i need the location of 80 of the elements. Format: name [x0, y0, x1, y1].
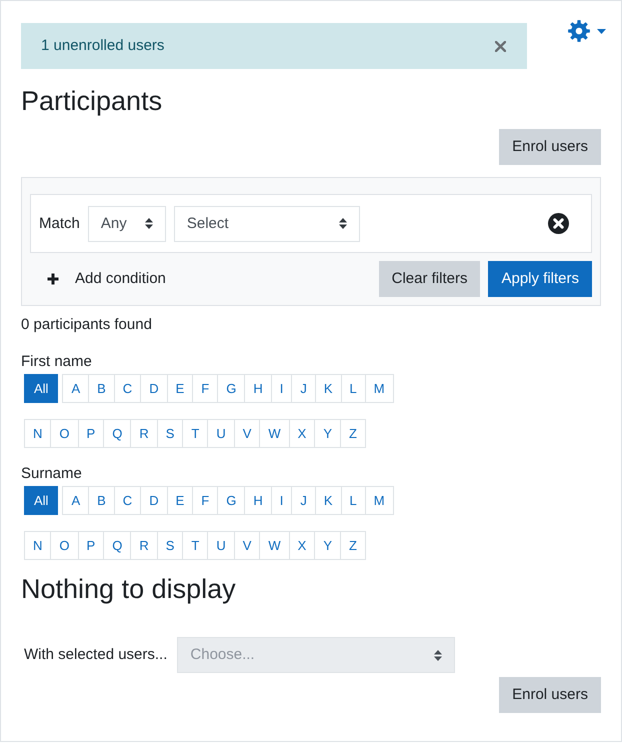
- initial-letter-button[interactable]: A: [62, 374, 90, 403]
- initial-letter-button[interactable]: J: [291, 374, 316, 403]
- initial-letter-button[interactable]: L: [340, 374, 366, 403]
- initial-letter-button[interactable]: H: [244, 486, 272, 515]
- initial-letter-button[interactable]: M: [364, 374, 394, 403]
- initial-letter-button[interactable]: E: [166, 374, 194, 403]
- initial-letter-button[interactable]: P: [78, 419, 104, 448]
- filter-type-select[interactable]: Select: [174, 206, 360, 242]
- initial-letter-button[interactable]: B: [88, 486, 115, 515]
- initial-letter-button[interactable]: N: [24, 419, 52, 448]
- initial-letter-button[interactable]: K: [314, 486, 342, 515]
- initial-letter-button[interactable]: W: [259, 531, 290, 560]
- initial-letter-button[interactable]: N: [24, 531, 52, 560]
- all-initials-button[interactable]: All: [24, 374, 58, 403]
- initial-letter-button[interactable]: R: [130, 419, 158, 448]
- initial-letter-button[interactable]: V: [234, 531, 260, 560]
- initial-letter-button[interactable]: O: [50, 419, 79, 448]
- settings-menu-button[interactable]: [568, 20, 606, 42]
- initial-letter-button[interactable]: Y: [314, 419, 342, 448]
- updown-caret-icon: [434, 650, 442, 660]
- close-button[interactable]: [495, 40, 506, 52]
- close-icon: [495, 40, 506, 52]
- updown-caret-icon: [144, 218, 153, 229]
- initial-letter-button[interactable]: S: [156, 531, 184, 560]
- bulk-action-label: With selected users...: [24, 645, 168, 665]
- initial-letter-button[interactable]: T: [182, 419, 208, 448]
- results-count: 0 participants found: [21, 315, 153, 335]
- updown-caret-icon: [338, 218, 347, 229]
- initial-letter-button[interactable]: G: [217, 374, 246, 403]
- initial-letter-button[interactable]: O: [50, 531, 79, 560]
- all-initials-button[interactable]: All: [24, 486, 58, 515]
- match-select[interactable]: Any: [88, 206, 166, 242]
- clear-filters-button[interactable]: Clear filters: [378, 261, 480, 297]
- enrol-users-button[interactable]: Enrol users: [499, 677, 601, 713]
- initial-letter-button[interactable]: R: [130, 531, 158, 560]
- notification-message: 1 unenrolled users: [41, 36, 164, 56]
- initial-letter-button[interactable]: S: [156, 419, 184, 448]
- initials-bar-label: First name: [21, 352, 93, 372]
- initial-letter-button[interactable]: K: [314, 374, 342, 403]
- close-circle-icon: [548, 213, 569, 234]
- match-label: Match: [39, 214, 80, 234]
- apply-filters-button[interactable]: Apply filters: [488, 261, 592, 297]
- add-condition-button[interactable]: Add condition: [30, 261, 166, 297]
- initial-letter-button[interactable]: I: [270, 374, 292, 403]
- initial-letter-button[interactable]: J: [291, 486, 316, 515]
- initial-letter-button[interactable]: F: [192, 486, 218, 515]
- initial-letter-button[interactable]: P: [78, 531, 104, 560]
- initial-letter-button[interactable]: E: [166, 486, 194, 515]
- initial-letter-button[interactable]: V: [234, 419, 260, 448]
- initial-letter-button[interactable]: T: [182, 531, 208, 560]
- initial-letter-button[interactable]: I: [270, 486, 292, 515]
- initial-letter-button[interactable]: B: [88, 374, 115, 403]
- initial-letter-button[interactable]: D: [140, 486, 168, 515]
- initial-letter-button[interactable]: Q: [103, 419, 132, 448]
- initial-letter-button[interactable]: C: [114, 486, 142, 515]
- initials-bar-label: Surname: [21, 464, 83, 484]
- page-title: Participants: [21, 85, 164, 118]
- initial-letter-button[interactable]: H: [244, 374, 272, 403]
- remove-condition-button[interactable]: [548, 213, 569, 234]
- initial-letter-button[interactable]: W: [259, 419, 290, 448]
- initial-letter-button[interactable]: Z: [340, 419, 366, 448]
- initial-letter-button[interactable]: Z: [340, 531, 366, 560]
- initial-letter-button[interactable]: A: [62, 486, 90, 515]
- initial-letter-button[interactable]: D: [140, 374, 168, 403]
- enrol-users-button[interactable]: Enrol users: [499, 129, 601, 165]
- initial-letter-button[interactable]: F: [192, 374, 218, 403]
- initial-letter-button[interactable]: U: [207, 419, 235, 448]
- initial-letter-button[interactable]: X: [288, 419, 316, 448]
- plus-icon: [47, 273, 59, 285]
- initial-letter-button[interactable]: G: [217, 486, 246, 515]
- initial-letter-button[interactable]: C: [114, 374, 142, 403]
- empty-message: Nothing to display: [21, 573, 237, 606]
- initial-letter-button[interactable]: Y: [314, 531, 342, 560]
- initial-letter-button[interactable]: Q: [103, 531, 132, 560]
- initial-letter-button[interactable]: X: [288, 531, 316, 560]
- initial-letter-button[interactable]: M: [364, 486, 394, 515]
- initial-letter-button[interactable]: L: [340, 486, 366, 515]
- caret-icon: [597, 28, 606, 34]
- initial-letter-button[interactable]: U: [207, 531, 235, 560]
- settings-icon: [568, 20, 590, 42]
